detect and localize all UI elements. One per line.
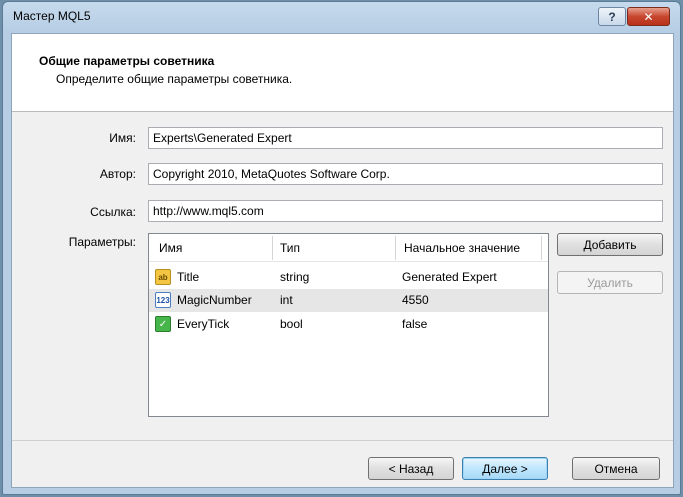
cancel-button[interactable]: Отмена (572, 457, 660, 480)
wizard-window: Мастер MQL5 ? ✕ Общие параметры советник… (2, 1, 681, 495)
param-name: Title (177, 270, 200, 284)
column-separator[interactable] (541, 236, 542, 260)
help-button[interactable]: ? (598, 7, 626, 26)
title-bar[interactable]: Мастер MQL5 ? ✕ (3, 2, 680, 32)
page-title: Общие параметры советника (39, 54, 215, 68)
link-label: Ссылка: (90, 205, 136, 219)
page-subtitle: Определите общие параметры советника. (56, 72, 293, 86)
column-header-initial-value[interactable]: Начальное значение (404, 241, 520, 255)
name-field[interactable]: Experts\Generated Expert (148, 127, 663, 149)
param-type: int (280, 293, 293, 307)
column-separator[interactable] (395, 236, 396, 260)
close-button[interactable]: ✕ (627, 7, 670, 26)
parameters-list-header: Имя Тип Начальное значение (149, 234, 548, 262)
add-parameter-button[interactable]: Добавить (557, 233, 663, 256)
footer-divider (12, 440, 673, 441)
delete-parameter-button[interactable]: Удалить (557, 271, 663, 294)
link-field[interactable]: http://www.mql5.com (148, 200, 663, 222)
column-header-type[interactable]: Тип (280, 241, 300, 255)
param-name: EveryTick (177, 317, 230, 331)
column-header-name[interactable]: Имя (159, 241, 182, 255)
dialog-body: Общие параметры советника Определите общ… (11, 33, 674, 488)
name-label: Имя: (109, 131, 136, 145)
param-type: string (280, 270, 310, 284)
parameters-list[interactable]: Имя Тип Начальное значение ab Title stri… (148, 233, 549, 417)
bool-type-icon: ✓ (155, 316, 171, 332)
table-row[interactable]: 123 MagicNumber int 4550 (149, 289, 548, 312)
author-field[interactable]: Copyright 2010, MetaQuotes Software Corp… (148, 163, 663, 185)
author-label: Автор: (99, 167, 136, 181)
param-value: 4550 (402, 293, 429, 307)
wizard-header: Общие параметры советника Определите общ… (12, 34, 673, 112)
window-title: Мастер MQL5 (13, 9, 91, 23)
param-type: bool (280, 317, 303, 331)
table-row[interactable]: ✓ EveryTick bool false (149, 313, 548, 336)
next-button[interactable]: Далее > (462, 457, 548, 480)
table-row[interactable]: ab Title string Generated Expert (149, 266, 548, 289)
parameters-label: Параметры: (68, 235, 136, 249)
back-button[interactable]: < Назад (368, 457, 454, 480)
close-icon: ✕ (643, 9, 654, 24)
param-value: Generated Expert (402, 270, 497, 284)
help-icon: ? (608, 9, 616, 24)
integer-type-icon: 123 (155, 292, 171, 308)
column-separator[interactable] (272, 236, 273, 260)
param-value: false (402, 317, 428, 331)
string-type-icon: ab (155, 269, 171, 285)
param-name: MagicNumber (177, 293, 252, 307)
